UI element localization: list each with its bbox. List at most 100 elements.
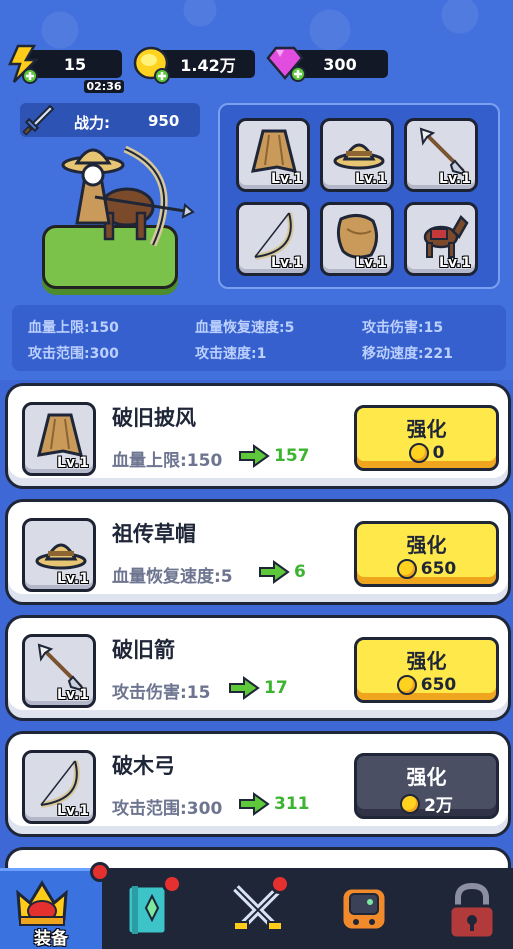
item-icon-frame[interactable]: Lv.1 <box>22 750 96 824</box>
upgrade-cost: 2万 <box>357 791 496 816</box>
upgrade-cost: 650 <box>357 559 496 579</box>
tab-locked[interactable] <box>408 868 510 949</box>
energy-timer: 02:36 <box>84 80 124 93</box>
gold-coin-icon <box>396 559 417 579</box>
slot-level: Lv.1 <box>271 255 303 271</box>
cape-icon <box>250 129 298 173</box>
item-name: 破旧披风 <box>112 406 196 430</box>
upgrade-cost-value: 0 <box>432 443 445 463</box>
bow-icon <box>40 760 80 808</box>
horse-icon <box>423 214 469 258</box>
item-stat: 攻击伤害:15 <box>112 683 211 703</box>
gold-coin-icon <box>133 46 170 84</box>
leather-armor-icon <box>336 214 378 259</box>
upgrade-cost-value: 650 <box>420 675 457 695</box>
notification-dot <box>270 874 290 894</box>
item-next-value: 311 <box>274 794 310 814</box>
stat-max-hp: 血量上限:150 <box>28 320 119 336</box>
slot-level: Lv.1 <box>355 171 387 187</box>
arrow-icon <box>37 643 87 693</box>
equip-slot-straw-hat[interactable]: Lv.1 <box>320 118 394 192</box>
item-name: 祖传草帽 <box>112 522 196 546</box>
item-level: Lv.1 <box>57 571 89 587</box>
item-next-value: 6 <box>294 562 306 582</box>
upgrade-button[interactable]: 强化 0 <box>354 405 499 471</box>
item-icon-frame[interactable]: Lv.1 <box>22 402 96 476</box>
crown-icon <box>16 880 68 926</box>
equip-slot-bow[interactable]: Lv.1 <box>236 202 310 276</box>
gem-value: 300 <box>323 54 357 74</box>
energy-value: 15 <box>63 54 87 74</box>
arrow-right-icon <box>259 560 290 584</box>
tab-equipment-label: 装备 <box>34 929 68 949</box>
stat-move-speed: 移动速度:221 <box>362 346 453 362</box>
lock-icon <box>448 882 496 940</box>
gold-coin-icon <box>400 793 421 814</box>
slot-level: Lv.1 <box>439 255 471 271</box>
cape-icon <box>36 413 84 457</box>
upgrade-cost-value: 650 <box>420 559 457 579</box>
item-stat: 攻击范围:300 <box>112 799 223 819</box>
item-card-straw-hat: Lv.1 祖传草帽 血量恢复速度:5 6 强化 650 <box>5 499 511 605</box>
item-icon-frame[interactable]: Lv.1 <box>22 634 96 708</box>
tab-battle[interactable] <box>204 868 306 949</box>
notification-dot <box>162 874 182 894</box>
gold-value: 1.42万 <box>180 56 236 75</box>
upgrade-button-disabled[interactable]: 强化 2万 <box>354 753 499 819</box>
lightning-icon <box>8 44 40 84</box>
tab-equipment[interactable]: 装备 <box>0 868 102 949</box>
item-card-bow: Lv.1 破木弓 攻击范围:300 311 强化 2万 <box>5 731 511 837</box>
arrow-right-icon <box>239 444 270 468</box>
upgrade-cost: 0 <box>357 443 496 463</box>
tab-device[interactable] <box>306 868 408 949</box>
equip-slot-cape[interactable]: Lv.1 <box>236 118 310 192</box>
item-next-value: 17 <box>264 678 288 698</box>
gold-coin-icon <box>408 443 429 463</box>
sword-icon <box>22 104 55 136</box>
item-level: Lv.1 <box>57 687 89 703</box>
item-card-cape: Lv.1 破旧披风 血量上限:150 157 强化 0 <box>5 383 511 489</box>
energy-value-box: 15 <box>28 50 122 78</box>
arrow-right-icon <box>229 676 260 700</box>
stat-attack-speed: 攻击速度:1 <box>195 346 267 362</box>
arrow-right-icon <box>239 792 270 816</box>
stat-attack-range: 攻击范围:300 <box>28 346 119 362</box>
item-stat: 血量恢复速度:5 <box>112 567 233 587</box>
item-name: 破旧箭 <box>112 638 175 662</box>
stat-hp-regen: 血量恢复速度:5 <box>195 320 295 336</box>
straw-hat-icon <box>35 543 87 570</box>
arrow-icon <box>419 127 469 177</box>
equip-slot-horse[interactable]: Lv.1 <box>404 202 478 276</box>
item-level: Lv.1 <box>57 455 89 471</box>
item-level: Lv.1 <box>57 803 89 819</box>
stat-attack-damage: 攻击伤害:15 <box>362 320 444 336</box>
equip-slot-arrow[interactable]: Lv.1 <box>404 118 478 192</box>
equip-slot-armor[interactable]: Lv.1 <box>320 202 394 276</box>
upgrade-button[interactable]: 强化 650 <box>354 521 499 587</box>
gold-coin-icon <box>396 675 417 695</box>
upgrade-cost: 650 <box>357 675 496 695</box>
upgrade-cost-value: 2万 <box>424 796 453 816</box>
bow-icon <box>254 212 294 260</box>
slot-level: Lv.1 <box>439 171 471 187</box>
upgrade-button[interactable]: 强化 650 <box>354 637 499 703</box>
gadget-icon <box>340 886 388 932</box>
item-name: 破木弓 <box>112 754 175 778</box>
slot-level: Lv.1 <box>271 171 303 187</box>
hero-archer-character <box>61 145 195 247</box>
tab-book[interactable] <box>102 868 204 949</box>
straw-hat-icon <box>333 143 385 170</box>
item-stat: 血量上限:150 <box>112 451 223 471</box>
upgrade-label: 强化 <box>406 649 447 673</box>
item-icon-frame[interactable]: Lv.1 <box>22 518 96 592</box>
item-next-value: 157 <box>274 446 310 466</box>
upgrade-label: 强化 <box>406 417 447 441</box>
item-card-arrow: Lv.1 破旧箭 攻击伤害:15 17 强化 650 <box>5 615 511 721</box>
gem-icon <box>266 46 306 82</box>
combat-power-box: 战力: 950 <box>20 103 200 137</box>
notification-dot <box>90 862 110 882</box>
upgrade-label: 强化 <box>406 765 447 789</box>
slot-level: Lv.1 <box>355 255 387 271</box>
upgrade-label: 强化 <box>406 533 447 557</box>
power-value: 950 <box>148 112 180 130</box>
